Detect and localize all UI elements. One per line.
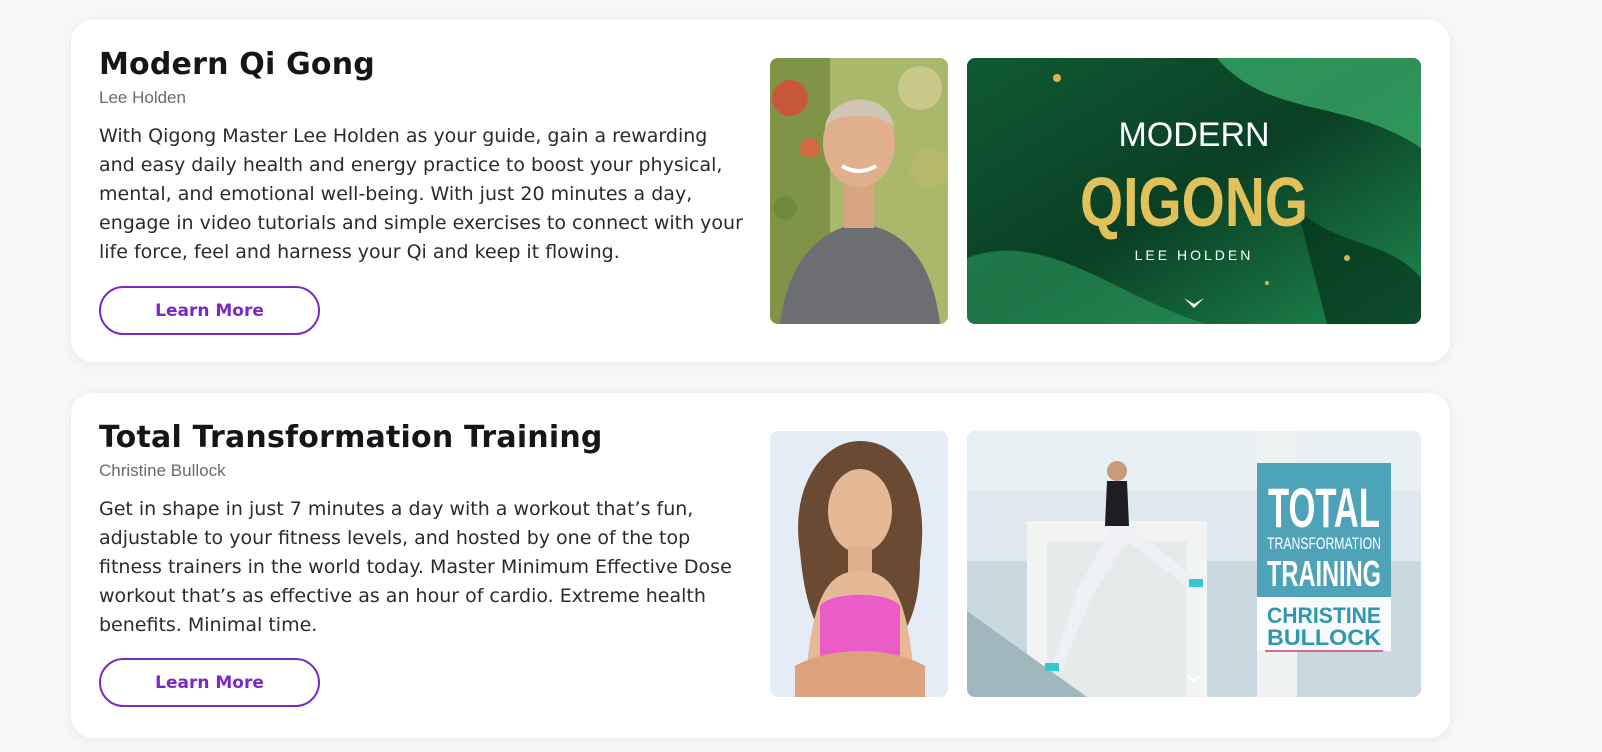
course-cover-image: MODERN QIGONG LEE HOLDEN [967, 58, 1421, 324]
course-description: Get in shape in just 7 minutes a day wit… [99, 498, 732, 636]
course-author: Lee Holden [99, 88, 186, 107]
learn-more-button[interactable]: Learn More [99, 658, 320, 707]
course-text: Modern Qi Gong Lee Holden With Qigong Ma… [99, 48, 749, 267]
course-description: With Qigong Master Lee Holden as your gu… [99, 125, 743, 263]
course-title: Total Transformation Training [99, 420, 603, 455]
course-card-total-transformation: Total Transformation Training Christine … [71, 393, 1450, 738]
cover-title-line1: TOTAL [1268, 476, 1380, 539]
course-cover-image: TOTAL TRANSFORMATION TRAINING CHRISTINE … [967, 431, 1421, 697]
cover-title-line1: MODERN [1118, 116, 1269, 154]
instructor-photo [770, 431, 948, 697]
course-author: Christine Bullock [99, 461, 226, 480]
cover-title-line2: TRANSFORMATION [1267, 534, 1381, 553]
cover-title-line3: TRAINING [1267, 553, 1381, 594]
cover-title-line2: QIGONG [1080, 163, 1308, 241]
course-title: Modern Qi Gong [99, 47, 375, 82]
cover-author-line2: BULLOCK [1267, 625, 1381, 650]
cover-author: LEE HOLDEN [1135, 247, 1254, 263]
course-text: Total Transformation Training Christine … [99, 421, 749, 640]
instructor-photo [770, 58, 948, 324]
learn-more-button[interactable]: Learn More [99, 286, 320, 335]
course-card-modern-qi-gong: Modern Qi Gong Lee Holden With Qigong Ma… [71, 20, 1450, 362]
